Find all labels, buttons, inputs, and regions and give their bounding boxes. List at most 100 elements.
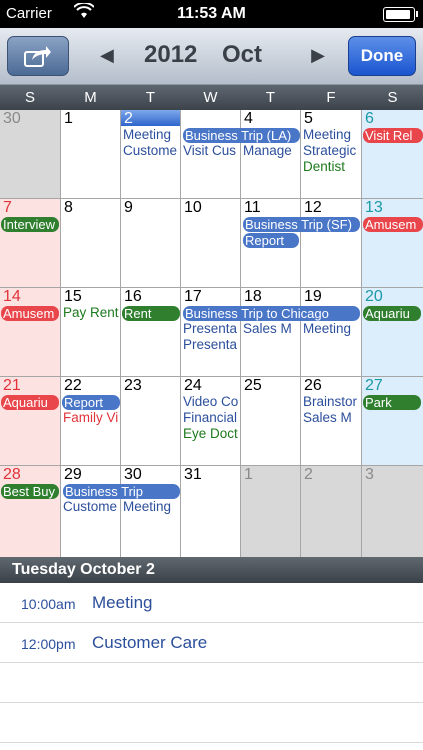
event-pill[interactable]: Report [62, 395, 120, 410]
event-pill[interactable]: Rent [122, 306, 180, 321]
day-cell[interactable]: 9 [121, 199, 180, 287]
event-pill[interactable]: Business Trip (LA) [183, 128, 300, 143]
agenda-item[interactable]: 10:00am Meeting [0, 583, 423, 623]
day-cell[interactable]: 23 [121, 377, 180, 465]
day-number: 3 [365, 466, 374, 483]
day-cell[interactable]: 25 [241, 377, 300, 465]
day-cell[interactable]: 6 Visit Rel [362, 110, 423, 198]
event-label[interactable]: Custome [123, 143, 177, 159]
event-label[interactable]: Strategic [303, 143, 356, 159]
event-label[interactable]: Visit Cus [183, 143, 236, 159]
weekday-thu: T [265, 89, 276, 106]
day-cell[interactable]: 27 Park [362, 377, 423, 465]
day-cell[interactable]: 18 Sales M [241, 288, 300, 376]
day-cell[interactable]: 3 [362, 466, 423, 557]
event-label[interactable]: Dentist [303, 159, 345, 175]
day-cell[interactable]: 5 Meeting Strategic Dentist [301, 110, 361, 198]
day-number: 25 [244, 377, 262, 394]
event-label[interactable]: Financial [183, 410, 237, 426]
event-label[interactable]: Presenta [183, 321, 237, 337]
event-label[interactable]: Meeting [303, 127, 351, 143]
share-icon [24, 46, 51, 67]
day-cell[interactable]: 1 [61, 110, 120, 198]
event-label[interactable]: Sales M [303, 410, 352, 426]
day-cell[interactable]: 11 Report [241, 199, 300, 287]
event-label[interactable]: Video Co [183, 394, 238, 410]
event-label[interactable]: Manage [243, 143, 292, 159]
day-cell[interactable]: 30 [0, 110, 60, 198]
day-number: 14 [3, 288, 21, 305]
day-number: 9 [124, 199, 133, 216]
event-pill[interactable]: Interview [1, 217, 59, 232]
agenda-empty-row [0, 663, 423, 703]
share-button[interactable] [7, 36, 69, 76]
day-cell[interactable]: 14 Amusem [0, 288, 60, 376]
weekday-sat: S [387, 89, 398, 106]
agenda-time: 12:00pm [21, 636, 76, 652]
day-cell[interactable]: 4 Manage [241, 110, 300, 198]
day-cell[interactable]: 21 Aquariu [0, 377, 60, 465]
event-label[interactable]: Pay Rent [63, 305, 119, 321]
event-pill[interactable]: Business Trip [63, 484, 180, 499]
event-pill[interactable]: Amusem [363, 217, 423, 232]
day-cell[interactable]: 28 Best Buy [0, 466, 60, 557]
day-cell[interactable]: 29 Custome [61, 466, 120, 557]
day-cell[interactable]: 16 Rent [121, 288, 180, 376]
day-number: 15 [64, 288, 82, 305]
event-label[interactable]: Meeting [303, 321, 351, 337]
day-cell[interactable]: 1 [241, 466, 300, 557]
day-number: 18 [244, 288, 262, 305]
day-cell[interactable]: 31 [181, 466, 240, 557]
day-number: 7 [3, 199, 12, 216]
event-pill[interactable]: Aquariu [363, 306, 421, 321]
day-cell[interactable]: 20 Aquariu [362, 288, 423, 376]
agenda-title: Meeting [92, 593, 153, 612]
day-cell[interactable]: 26 Brainstor Sales M [301, 377, 361, 465]
event-label[interactable]: Meeting [123, 127, 171, 143]
event-pill[interactable]: Business Trip (SF) [243, 217, 360, 232]
day-number: 16 [124, 288, 142, 305]
day-number: 2 [124, 110, 133, 127]
weekday-header: S M T W T F S [0, 85, 423, 110]
event-pill[interactable]: Visit Rel [363, 128, 423, 143]
agenda-item[interactable]: 12:00pm Customer Care [0, 623, 423, 663]
day-cell[interactable]: 8 [61, 199, 120, 287]
day-cell[interactable]: 7 Interview [0, 199, 60, 287]
event-label[interactable]: Sales M [243, 321, 292, 337]
event-label[interactable]: Family Vi [63, 410, 118, 426]
event-label[interactable]: Brainstor [303, 394, 357, 410]
weekday-wed: W [203, 89, 218, 106]
prev-month-icon[interactable]: ◀ [100, 45, 114, 66]
event-label[interactable]: Meeting [123, 499, 171, 515]
event-pill[interactable]: Business Trip to Chicago [183, 306, 360, 321]
event-pill[interactable]: Park [363, 395, 421, 410]
event-pill[interactable]: Aquariu [1, 395, 59, 410]
day-cell[interactable]: 19 Meeting [301, 288, 361, 376]
day-cell-selected[interactable]: 2 Meeting Custome [121, 110, 180, 198]
day-number: 6 [365, 110, 374, 127]
next-month-icon[interactable]: ▶ [311, 45, 325, 66]
day-number: 12 [304, 199, 322, 216]
done-button[interactable]: Done [348, 36, 416, 76]
day-cell[interactable]: 30 Meeting [121, 466, 180, 557]
event-pill[interactable]: Report [243, 233, 299, 248]
event-pill[interactable]: Amusem [1, 306, 59, 321]
day-cell[interactable]: Visit Cus [181, 110, 240, 198]
day-cell[interactable]: 15 Pay Rent [61, 288, 120, 376]
event-pill[interactable]: Best Buy [1, 484, 59, 499]
event-label[interactable]: Presenta [183, 337, 237, 353]
day-number: 1 [244, 466, 253, 483]
day-cell[interactable]: 12 [301, 199, 361, 287]
status-bar: Carrier 11:53 AM [0, 0, 423, 28]
day-number: 17 [184, 288, 202, 305]
day-cell[interactable]: 13 Amusem [362, 199, 423, 287]
day-cell[interactable]: 10 [181, 199, 240, 287]
event-label[interactable]: Eye Doct [183, 426, 238, 442]
day-cell[interactable]: 24 Video Co Financial Eye Doct [181, 377, 240, 465]
day-cell[interactable]: 2 [301, 466, 361, 557]
day-cell[interactable]: 22 Report Family Vi [61, 377, 120, 465]
event-label[interactable]: Custome [63, 499, 117, 515]
day-cell[interactable]: 17 Presenta Presenta [181, 288, 240, 376]
month-label: Oct [222, 41, 263, 68]
agenda-time: 10:00am [21, 596, 76, 612]
